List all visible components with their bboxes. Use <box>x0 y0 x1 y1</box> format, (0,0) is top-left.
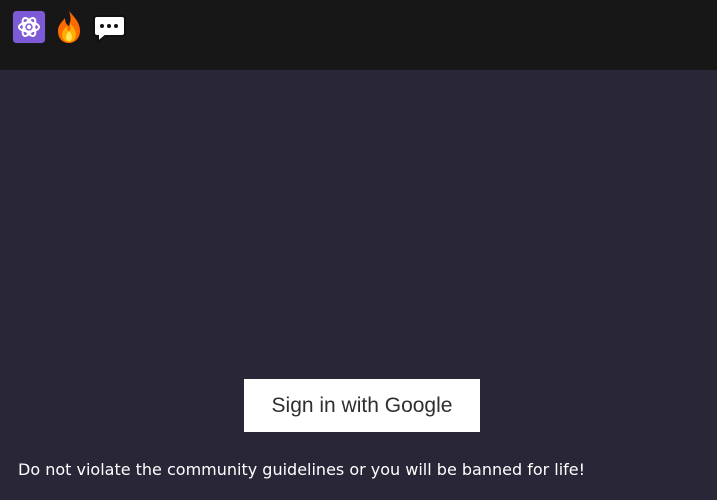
header-icons <box>11 9 127 45</box>
google-signin-button[interactable]: Sign in with Google <box>244 379 480 432</box>
community-guidelines-notice: Do not violate the community guidelines … <box>18 460 586 479</box>
fire-icon[interactable] <box>51 9 87 45</box>
app-root: Sign in with Google Do not violate the c… <box>0 0 717 500</box>
top-header <box>0 0 717 70</box>
main-content <box>0 70 717 500</box>
speech-balloon-icon[interactable] <box>91 9 127 45</box>
atom-icon[interactable] <box>11 9 47 45</box>
